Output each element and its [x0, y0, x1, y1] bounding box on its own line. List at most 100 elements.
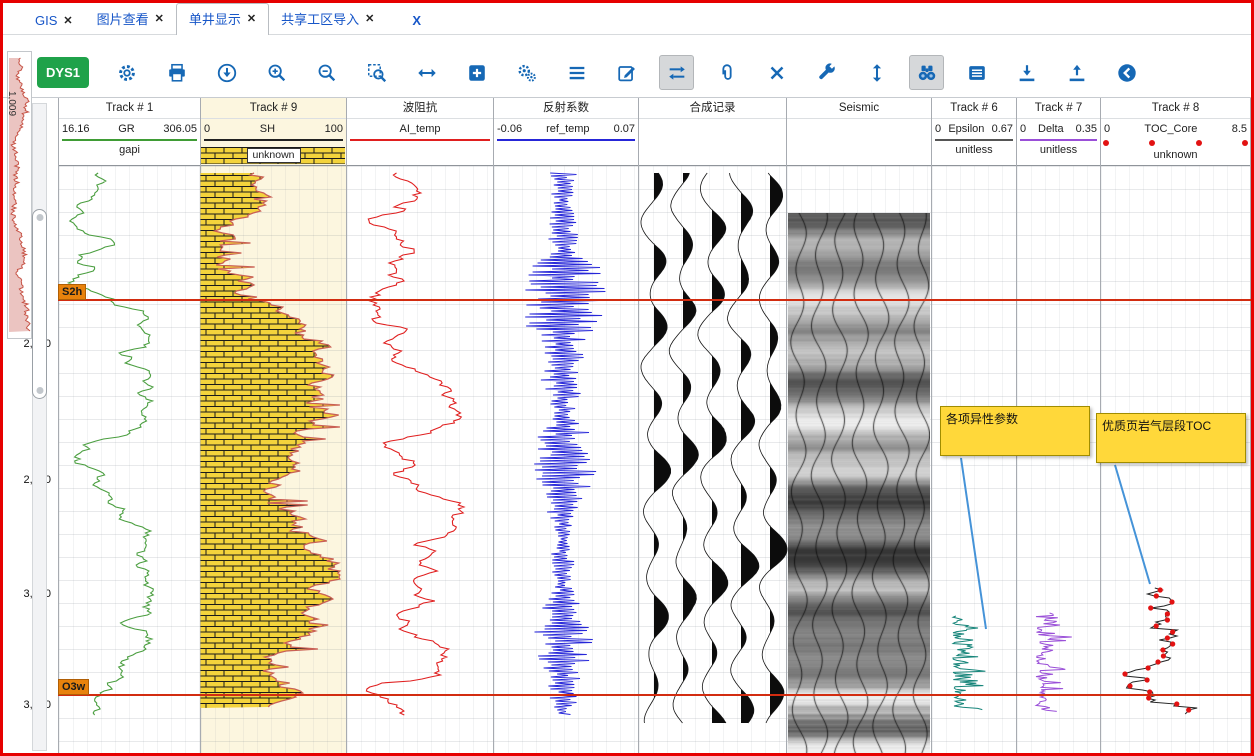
fit-width-icon — [416, 62, 438, 84]
fit-height-icon — [866, 62, 888, 84]
tab-1[interactable]: GIS ✕ — [23, 8, 85, 34]
track-plot-area[interactable] — [494, 166, 638, 753]
close-button[interactable] — [759, 55, 794, 90]
scale-max: 8.5 — [1232, 123, 1247, 135]
depth-scrollbar[interactable] — [32, 103, 47, 751]
tab-label: 图片查看 — [97, 9, 149, 28]
track-plot-area[interactable] — [639, 166, 786, 753]
horizon-line-S2h — [58, 299, 1251, 301]
curve-name: Delta — [1026, 123, 1075, 135]
toolbar: DYS1 — [3, 35, 1251, 98]
scale-min: -0.06 — [497, 123, 522, 135]
horizon-label-S2h[interactable]: S2h — [58, 284, 86, 300]
fit-height-button[interactable] — [859, 55, 894, 90]
zoom-out-button[interactable] — [309, 55, 344, 90]
tab-close-icon[interactable]: ✕ — [155, 12, 164, 25]
track-plot-area[interactable] — [932, 166, 1016, 753]
tab-3[interactable]: 单井显示 ✕ — [176, 3, 269, 35]
attachment-icon — [716, 62, 738, 84]
track-title: Track # 9 — [201, 98, 346, 119]
tab-label: 单井显示 — [189, 9, 241, 28]
track-title: 合成记录 — [639, 98, 786, 119]
app-window: GIS ✕ 图片查看 ✕ 单井显示 ✕ 共享工区导入 ✕ X DYS1 Track # 116.… — [0, 0, 1254, 756]
close-icon — [766, 62, 788, 84]
add-panel-button[interactable] — [459, 55, 494, 90]
tab-close-icon[interactable]: ✕ — [365, 12, 374, 25]
print-button[interactable] — [159, 55, 194, 90]
curve-scale-row: 0Delta0.35 — [1017, 119, 1100, 139]
track-header: Track # 80TOC_Core8.5unknown — [1101, 98, 1250, 166]
fit-width-button[interactable] — [409, 55, 444, 90]
add-panel-icon — [466, 62, 488, 84]
back-button[interactable] — [1109, 55, 1144, 90]
download-circle-button[interactable] — [209, 55, 244, 90]
zoom-area-button[interactable] — [359, 55, 394, 90]
unit-label: unitless — [932, 141, 1016, 160]
track-header: 反射系数-0.06ref_temp0.07 — [494, 98, 638, 166]
scale-max: 0.67 — [992, 123, 1013, 135]
unit-label — [347, 141, 493, 160]
track-plot-area[interactable] — [1017, 166, 1100, 753]
tab-label: GIS — [35, 13, 57, 28]
tools-icon — [816, 62, 838, 84]
preferences-icon — [516, 62, 538, 84]
data-table-button[interactable] — [959, 55, 994, 90]
curve-scale-row: -0.06ref_temp0.07 — [494, 119, 638, 139]
unit-label — [494, 141, 638, 160]
track-1: Track # 116.16GR306.05gapi — [58, 98, 200, 753]
export-icon — [1066, 62, 1088, 84]
annotation-callout-1[interactable]: 各项异性参数 — [940, 406, 1090, 456]
import-icon — [1016, 62, 1038, 84]
tab-extra[interactable]: X — [400, 8, 433, 34]
unit-label: unknown — [1101, 146, 1250, 165]
curve-name: TOC_Core — [1110, 123, 1232, 135]
tab-label: 共享工区导入 — [281, 9, 359, 28]
scale-max: 100 — [325, 123, 343, 135]
curve-name: Epsilon — [941, 123, 991, 135]
track-plot-area[interactable] — [347, 166, 493, 753]
depth-scrollbar-handle[interactable] — [32, 209, 47, 399]
tab-close-icon[interactable]: ✕ — [63, 14, 72, 27]
track-title: 反射系数 — [494, 98, 638, 119]
track-header: Track # 60Epsilon0.67 unitless — [932, 98, 1016, 166]
edit-icon — [616, 62, 638, 84]
curve-scale-row: 0Epsilon0.67 — [932, 119, 1016, 139]
binoculars-button[interactable] — [909, 55, 944, 90]
tools-button[interactable] — [809, 55, 844, 90]
zoom-in-button[interactable] — [259, 55, 294, 90]
scale-max: 0.07 — [614, 123, 635, 135]
track-plot-area[interactable] — [201, 166, 346, 753]
track-title: Track # 6 — [932, 98, 1016, 119]
track-title: Track # 8 — [1101, 98, 1250, 119]
track-header: Track # 90SH100unknown — [201, 98, 346, 166]
track-plot-area[interactable] — [59, 166, 200, 753]
horizon-label-O3w[interactable]: O3w — [58, 679, 89, 695]
track-title: Track # 1 — [59, 98, 200, 119]
data-table-icon — [966, 62, 988, 84]
tab-4[interactable]: 共享工区导入 ✕ — [269, 4, 386, 34]
tab-close-icon[interactable]: ✕ — [247, 12, 256, 25]
swap-tracks-icon — [666, 62, 688, 84]
curve-scale-row: AI_temp — [347, 119, 493, 139]
track-header: Track # 116.16GR306.05gapi — [59, 98, 200, 166]
import-button[interactable] — [1009, 55, 1044, 90]
annotation-callout-2[interactable]: 优质页岩气层段TOC — [1096, 413, 1246, 463]
curve-scale-row: 0SH100 — [201, 119, 346, 139]
curve-scale-row: 16.16GR306.05 — [59, 119, 200, 139]
swap-tracks-button[interactable] — [659, 55, 694, 90]
tab-2[interactable]: 图片查看 ✕ — [85, 4, 176, 34]
tab-bar: GIS ✕ 图片查看 ✕ 单井显示 ✕ 共享工区导入 ✕ X — [3, 3, 1251, 35]
scale-max: 0.35 — [1076, 123, 1097, 135]
settings-button[interactable] — [109, 55, 144, 90]
curve-name: AI_temp — [350, 123, 490, 135]
preferences-button[interactable] — [509, 55, 544, 90]
log-display-workspace: Track # 116.16GR306.05gapiTrack # 90SH10… — [3, 98, 1251, 753]
binoculars-icon — [916, 62, 938, 84]
attachment-button[interactable] — [709, 55, 744, 90]
horizon-line-O3w — [58, 694, 1251, 696]
export-button[interactable] — [1059, 55, 1094, 90]
edit-button[interactable] — [609, 55, 644, 90]
menu-button[interactable] — [559, 55, 594, 90]
well-selector-button[interactable]: DYS1 — [37, 57, 89, 88]
track-header: Track # 70Delta0.35unitless — [1017, 98, 1100, 166]
